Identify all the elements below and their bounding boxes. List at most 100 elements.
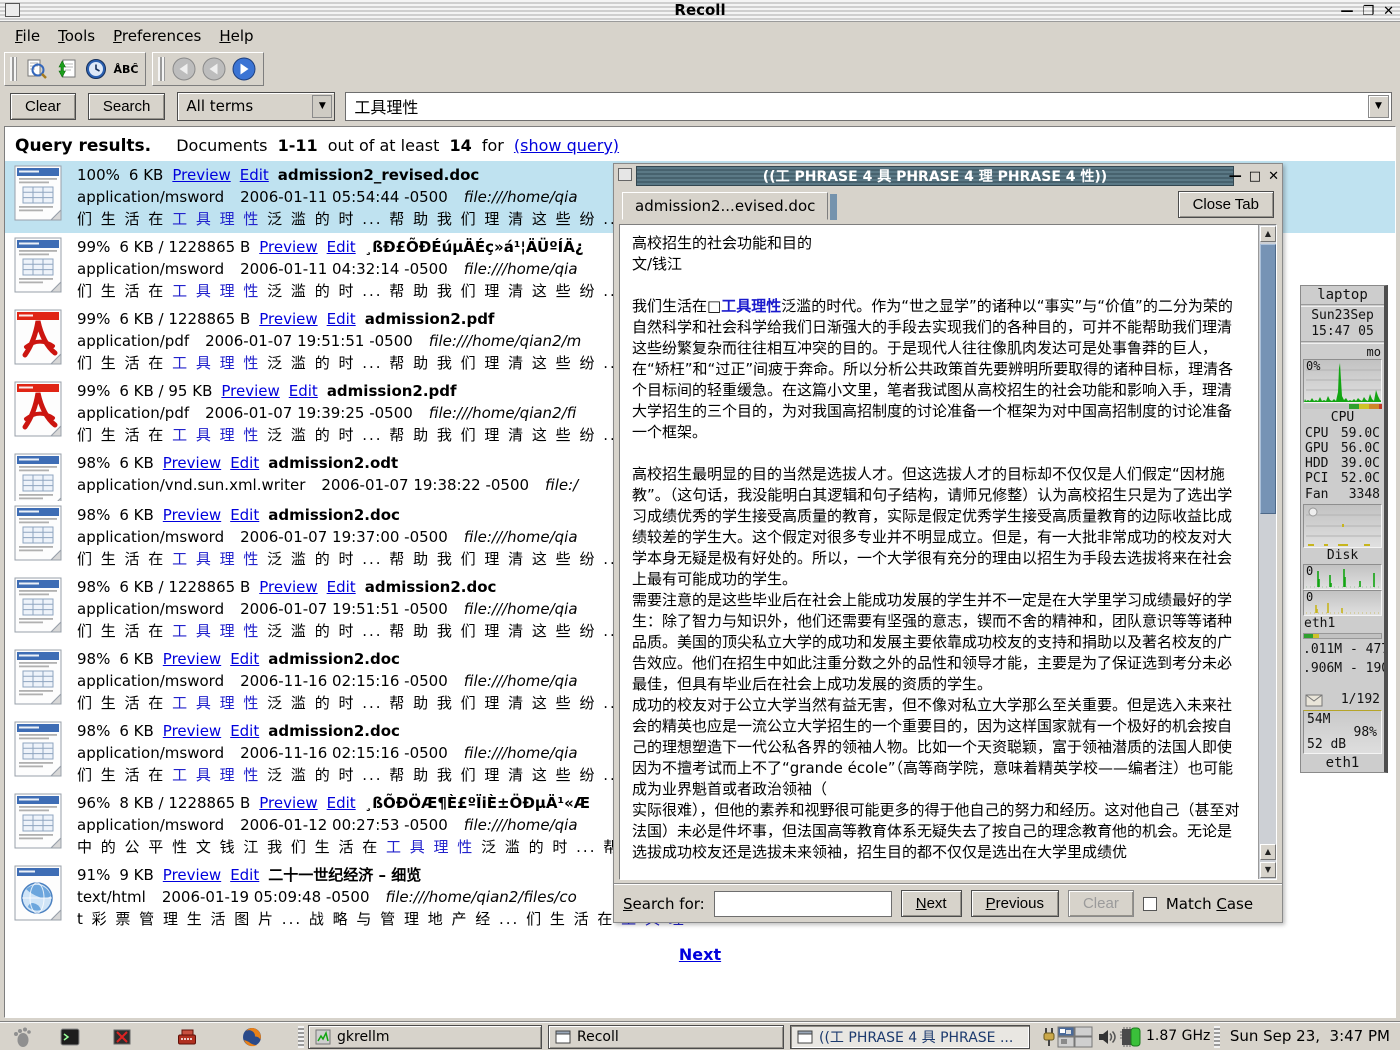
- preview-titlebar[interactable]: ((工 PHRASE 4 具 PHRASE 4 理 PHRASE 4 性)): [636, 166, 1234, 186]
- snippet-highlight: 工 具 理 性: [172, 282, 260, 300]
- restore-icon[interactable]: ❐: [1362, 4, 1374, 19]
- close-tab-button[interactable]: Close Tab: [1178, 191, 1274, 218]
- preview-minimize-icon[interactable]: —: [1229, 169, 1242, 184]
- sort-parameters-icon[interactable]: [51, 55, 81, 83]
- edit-link[interactable]: Edit: [230, 722, 259, 740]
- preview-link[interactable]: Preview: [163, 650, 221, 668]
- gkrellm-panel[interactable]: laptop Sun23Sep 15:47 05 mo 0% CPU CPU59…: [1300, 285, 1388, 773]
- query-history-icon[interactable]: ▼: [1368, 95, 1389, 118]
- edit-link[interactable]: Edit: [240, 166, 269, 184]
- taskbar-handle[interactable]: [1214, 1026, 1220, 1048]
- search-button[interactable]: Search: [88, 93, 166, 120]
- mail-row[interactable]: 1/192: [1301, 691, 1384, 709]
- scroll-up-icon[interactable]: ▲: [1260, 844, 1276, 860]
- preview-link[interactable]: Preview: [259, 310, 317, 328]
- task-button-gkrellm[interactable]: gkrellm: [308, 1025, 542, 1049]
- close-icon[interactable]: ✕: [1383, 4, 1394, 19]
- doc-paragraph: 需要注意的是这些毕业后在社会上能成功发展的学生并不一定是在大学里学习成绩最好的学…: [632, 590, 1245, 695]
- scrollbar-thumb[interactable]: [1260, 244, 1276, 514]
- preview-link[interactable]: Preview: [221, 382, 279, 400]
- result-url: file:///home/qia: [464, 744, 578, 762]
- search-mode-select[interactable]: All terms ▼: [177, 92, 335, 121]
- preview-scrollbar[interactable]: ▲ ▲ ▼: [1258, 225, 1276, 879]
- cpu-usage-chart[interactable]: 0%: [1303, 359, 1382, 403]
- menu-file[interactable]: File: [6, 24, 49, 48]
- preview-link[interactable]: Preview: [163, 866, 221, 884]
- preview-maximize-icon[interactable]: □: [1249, 169, 1261, 184]
- show-query-link[interactable]: (show query): [514, 136, 619, 155]
- wifi-meter[interactable]: 54M 98% 52 dB: [1303, 710, 1382, 754]
- scroll-up-icon[interactable]: ▲: [1260, 226, 1276, 242]
- results-header-text: out of at least: [328, 136, 440, 155]
- wifi-quality: 98%: [1354, 725, 1377, 740]
- edit-link[interactable]: Edit: [230, 866, 259, 884]
- result-date: 2006-01-07 19:51:51 -0500: [205, 332, 413, 350]
- edit-link[interactable]: Edit: [230, 506, 259, 524]
- next-page-link[interactable]: Next: [5, 945, 1395, 964]
- scroll-down-icon[interactable]: ▼: [1260, 862, 1276, 878]
- preview-text[interactable]: 高校招生的社会功能和目的 文/钱江 我们生活在□工具理性泛滥的时代。作为“世之显…: [620, 225, 1257, 879]
- edit-link[interactable]: Edit: [327, 310, 356, 328]
- temp-row: PCI52.0C: [1301, 471, 1384, 486]
- preview-link[interactable]: Preview: [172, 166, 230, 184]
- menu-preferences[interactable]: Preferences: [104, 24, 210, 48]
- toolbar-handle[interactable]: [158, 57, 165, 81]
- preview-link[interactable]: Preview: [259, 794, 317, 812]
- menu-help[interactable]: Help: [210, 24, 262, 48]
- first-page-icon[interactable]: [169, 55, 199, 83]
- volume-icon[interactable]: [1096, 1025, 1118, 1049]
- preview-link[interactable]: Preview: [163, 506, 221, 524]
- fan-chart[interactable]: [1303, 504, 1382, 548]
- edit-link[interactable]: Edit: [327, 578, 356, 596]
- preview-tab[interactable]: admission2...evised.doc: [622, 192, 828, 220]
- edit-link[interactable]: Edit: [230, 650, 259, 668]
- typewriter-app-icon[interactable]: [175, 1025, 199, 1049]
- find-next-button[interactable]: Next: [901, 890, 962, 917]
- history-clock-icon[interactable]: [81, 55, 111, 83]
- result-date: 2006-01-12 00:27:53 -0500: [240, 816, 448, 834]
- find-previous-button[interactable]: Previous: [971, 890, 1059, 917]
- next-page-icon[interactable]: [229, 55, 259, 83]
- cpu-frequency-icon[interactable]: [1120, 1025, 1142, 1049]
- hostname-label: laptop: [1301, 286, 1384, 303]
- edit-link[interactable]: Edit: [289, 382, 318, 400]
- find-clear-button[interactable]: Clear: [1068, 890, 1134, 917]
- match-case-checkbox[interactable]: [1143, 897, 1157, 911]
- preview-link[interactable]: Preview: [163, 454, 221, 472]
- task-button-preview[interactable]: ((工 PHRASE 4 具 PHRASE ...: [790, 1025, 1030, 1049]
- terminal-icon[interactable]: [58, 1025, 82, 1049]
- preview-close-icon[interactable]: ✕: [1268, 169, 1279, 184]
- chevron-down-icon[interactable]: ▼: [312, 95, 332, 118]
- window-titlebar[interactable]: Recoll — ❐ ✕: [0, 0, 1400, 22]
- firefox-icon[interactable]: [240, 1025, 264, 1049]
- taskbar-clock[interactable]: Sun Sep 23, 3:47 PM: [1230, 1027, 1390, 1045]
- previous-page-icon[interactable]: [199, 55, 229, 83]
- preview-link[interactable]: Preview: [259, 578, 317, 596]
- preview-window-menu-icon[interactable]: [618, 168, 632, 181]
- search-input[interactable]: [345, 92, 1392, 121]
- edit-link[interactable]: Edit: [230, 454, 259, 472]
- preview-link[interactable]: Preview: [259, 238, 317, 256]
- task-button-recoll[interactable]: Recoll: [548, 1025, 784, 1049]
- snippet-text: 们 生 活 在: [77, 282, 172, 300]
- menu-tools[interactable]: Tools: [49, 24, 104, 48]
- preview-window[interactable]: ((工 PHRASE 4 具 PHRASE 4 理 PHRASE 4 性)) —…: [613, 163, 1283, 923]
- workspace-switcher[interactable]: [1056, 1025, 1094, 1049]
- disk-write-chart[interactable]: 0: [1303, 590, 1382, 616]
- disk-read-chart[interactable]: 0: [1303, 564, 1382, 590]
- toolbar-handle[interactable]: [10, 57, 17, 81]
- advanced-search-icon[interactable]: [21, 55, 51, 83]
- lock-screen-icon[interactable]: [110, 1025, 134, 1049]
- edit-link[interactable]: Edit: [327, 794, 356, 812]
- clear-button[interactable]: Clear: [10, 93, 76, 120]
- snippet-highlight: 工 具 理 性: [172, 426, 260, 444]
- edit-link[interactable]: Edit: [327, 238, 356, 256]
- taskbar-handle[interactable]: [298, 1026, 304, 1048]
- gnome-menu-icon[interactable]: [10, 1025, 34, 1049]
- result-size: 6 KB: [129, 166, 163, 184]
- result-size: 9 KB: [119, 866, 153, 884]
- preview-link[interactable]: Preview: [163, 722, 221, 740]
- minimize-icon[interactable]: —: [1340, 4, 1353, 19]
- find-input[interactable]: [714, 891, 892, 917]
- spellcheck-icon[interactable]: ÅBĈ: [111, 55, 141, 83]
